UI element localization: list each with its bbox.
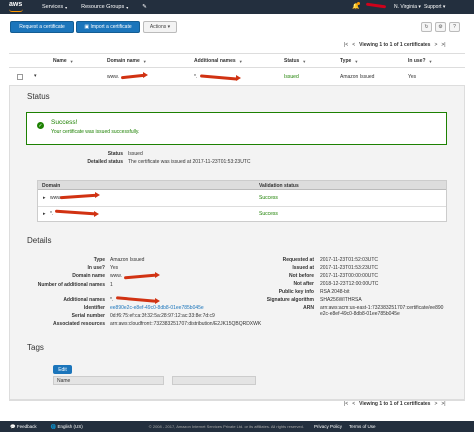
terms-link[interactable]: Terms of Use: [349, 424, 376, 429]
support-menu[interactable]: Support ▾: [424, 4, 445, 10]
caret-down-icon: ▾: [65, 4, 68, 10]
divider: [9, 67, 465, 68]
cell-status: Issued: [284, 74, 299, 80]
sort-icon: ▼: [302, 58, 307, 64]
gear-icon[interactable]: ⚙: [435, 22, 446, 32]
sort-icon: ▼: [354, 58, 359, 64]
prev-page-icon[interactable]: <: [352, 42, 355, 48]
language-selector[interactable]: 🌐 English (US): [51, 424, 83, 430]
last-page-icon[interactable]: >|: [441, 401, 445, 407]
status-heading: Status: [27, 92, 50, 101]
next-page-icon[interactable]: >: [434, 401, 437, 407]
sort-icon: ▼: [238, 58, 243, 64]
col-type[interactable]: Type ▼: [340, 58, 358, 64]
services-menu[interactable]: Services ▾: [42, 4, 67, 10]
col-additional[interactable]: Additional names ▼: [194, 58, 243, 64]
redaction-arrow: [120, 73, 146, 80]
validation-row[interactable]: ▸ *. Success: [38, 206, 446, 222]
expand-icon[interactable]: ▸: [43, 211, 46, 217]
tag-name-header: Name: [53, 376, 164, 385]
feedback-link[interactable]: 💬 Feedback: [10, 424, 37, 430]
success-alert: ✓ Success! Your certificate was issued s…: [26, 112, 447, 145]
redaction-arrow-tip: [155, 298, 160, 304]
cell-additional: *.: [194, 74, 198, 80]
sort-icon: ▼: [69, 58, 74, 64]
redaction-arrow-tip: [95, 192, 100, 198]
redaction-arrow-tip: [94, 211, 99, 217]
sort-icon: ▼: [428, 58, 433, 64]
footer: 💬 Feedback 🌐 English (US) © 2008 - 2017,…: [0, 421, 474, 432]
col-status[interactable]: Status ▼: [284, 58, 306, 64]
details-heading: Details: [27, 236, 52, 245]
help-icon[interactable]: ?: [449, 22, 460, 32]
tag-value-header: [172, 376, 256, 385]
region-menu[interactable]: N. Virginia ▾: [394, 4, 421, 10]
expand-row-icon[interactable]: ▾: [34, 73, 37, 79]
aws-smile-icon: [9, 9, 23, 12]
edit-tags-button[interactable]: Edit: [53, 365, 72, 374]
pin-icon[interactable]: ✎: [142, 4, 147, 10]
tags-heading: Tags: [27, 343, 44, 352]
globe-icon: 🌐: [50, 423, 57, 429]
col-name[interactable]: Name ▼: [53, 58, 74, 64]
first-page-icon[interactable]: |<: [344, 42, 348, 48]
cell-domain: www.: [107, 74, 119, 80]
expand-icon[interactable]: ▸: [43, 195, 46, 201]
identifier-link[interactable]: ee890e2c-e8ef-49c0-8db8-01ee785b045e: [110, 305, 204, 311]
divider: [9, 53, 465, 54]
last-page-icon[interactable]: >|: [441, 42, 445, 48]
redaction-arrow: [199, 74, 239, 81]
pagination-bottom: |< < Viewing 1 to 1 of 1 certificates > >|: [344, 401, 446, 407]
cell-in-use: Yes: [408, 74, 417, 80]
col-in-use[interactable]: In use? ▼: [408, 58, 432, 64]
aws-logo[interactable]: aws: [8, 1, 28, 13]
sort-icon: ▼: [142, 58, 147, 64]
actions-button[interactable]: Actions ▾: [143, 21, 177, 33]
redaction-arrow-tip: [236, 75, 241, 81]
chat-icon: 💬: [10, 423, 16, 429]
refresh-icon[interactable]: ↻: [421, 22, 432, 32]
request-certificate-button[interactable]: Request a certificate: [10, 21, 74, 33]
import-certificate-button[interactable]: ▣ Import a certificate: [76, 21, 140, 33]
prev-page-icon[interactable]: <: [352, 401, 355, 407]
notification-dot: [357, 2, 360, 5]
next-page-icon[interactable]: >: [434, 42, 437, 48]
privacy-link[interactable]: Privacy Policy: [314, 424, 342, 429]
col-domain[interactable]: Domain name ▼: [107, 58, 147, 64]
cell-type: Amazon Issued: [340, 74, 375, 80]
pagination-top: |< < Viewing 1 to 1 of 1 certificates > >|: [344, 42, 446, 48]
redaction-arrow-tip: [143, 72, 148, 78]
resource-groups-menu[interactable]: Resource Groups ▾: [81, 4, 128, 10]
caret-down-icon: ▾: [126, 4, 129, 10]
redaction-arrow-tip: [155, 272, 160, 278]
first-page-icon[interactable]: |<: [344, 401, 348, 407]
row-checkbox[interactable]: [17, 74, 23, 80]
check-icon: ✓: [37, 122, 44, 129]
